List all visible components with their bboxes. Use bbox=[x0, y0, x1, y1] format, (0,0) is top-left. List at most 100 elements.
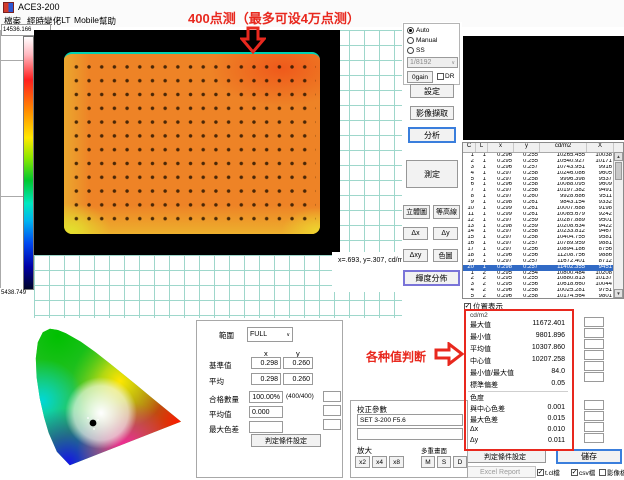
pass-count-label: 合格數量 bbox=[209, 394, 239, 405]
menu-mobile[interactable]: Mobile bbox=[74, 15, 99, 25]
range-label: 範圍 bbox=[219, 330, 234, 341]
delta-y-button[interactable]: Δy bbox=[433, 227, 458, 240]
luminance-dist-button[interactable]: 輝度分佈 bbox=[403, 270, 460, 286]
csv-file-checkbox[interactable]: ✓ csv檔 bbox=[571, 467, 595, 477]
max-colordiff-field[interactable] bbox=[249, 421, 283, 433]
color-swatch bbox=[323, 405, 341, 416]
zoom-x2-button[interactable]: x2 bbox=[355, 456, 370, 468]
radio-ss[interactable]: SS bbox=[407, 47, 425, 54]
color-swatch bbox=[584, 361, 604, 371]
multi-m-button[interactable]: M bbox=[421, 456, 435, 468]
measurement-table-body: 110.2960.25510265.45510038210.2950.25510… bbox=[463, 153, 623, 299]
image-checkbox-icon bbox=[599, 469, 606, 476]
radio-manual-icon bbox=[407, 37, 414, 44]
table-cell: 2 bbox=[476, 294, 488, 299]
scrollbar-thumb[interactable] bbox=[615, 162, 622, 180]
calib-empty-field bbox=[357, 428, 463, 440]
luminance-heatmap bbox=[64, 52, 320, 234]
judge-condition-button[interactable]: 判定條件設定 bbox=[251, 434, 321, 447]
average-label: 平均 bbox=[209, 376, 224, 387]
multi-d-button[interactable]: D bbox=[453, 456, 467, 468]
dr-checkbox-icon bbox=[437, 73, 444, 80]
multi-s-button[interactable]: S bbox=[437, 456, 451, 468]
base-y-field[interactable]: 0.260 bbox=[283, 357, 313, 369]
max-colordiff-label: 最大色差 bbox=[209, 424, 239, 435]
avg-x-field[interactable]: 0.298 bbox=[251, 373, 281, 385]
table-row[interactable]: 520.2960.25810174.5649801 bbox=[463, 294, 623, 299]
scale-min-label: 5438.749 bbox=[1, 290, 26, 296]
stereo-button[interactable]: 立體圖 bbox=[403, 205, 430, 219]
calib-value-field: SET 3-200 F5.6 bbox=[357, 414, 463, 426]
measurement-points-dots bbox=[68, 58, 316, 230]
capture-button[interactable]: 影像擷取 bbox=[410, 106, 454, 120]
color-swatch bbox=[584, 400, 604, 410]
scale-tick bbox=[0, 196, 23, 197]
annotation-values-note: 各种值判断 bbox=[366, 348, 426, 365]
zoom-label: 放大 bbox=[357, 445, 372, 456]
table-cell: 0.258 bbox=[514, 294, 540, 299]
zoom-x4-button[interactable]: x4 bbox=[372, 456, 387, 468]
luminance-color-scale bbox=[23, 36, 34, 290]
control-panel: Auto Manual SS 1/8192 ∨ 0gain DR 設定 影像擷取… bbox=[402, 22, 462, 318]
base-value-label: 基準值 bbox=[209, 360, 232, 371]
measurement-table: C L x y cd/m2 X 110.2960.25510265.455100… bbox=[462, 142, 624, 299]
base-x-field[interactable]: 0.298 bbox=[251, 357, 281, 369]
chevron-down-icon: ∨ bbox=[451, 60, 455, 66]
measure-button[interactable]: 測定 bbox=[406, 160, 458, 188]
range-dropdown[interactable]: FULL ∨ bbox=[247, 327, 293, 342]
color-swatch bbox=[584, 411, 604, 421]
menu-flt[interactable]: FLT bbox=[56, 15, 70, 25]
settings-button[interactable]: 設定 bbox=[410, 84, 454, 98]
gain-button[interactable]: 0gain bbox=[407, 71, 433, 83]
color-swatch bbox=[584, 339, 604, 349]
mean-label: 平均值 bbox=[209, 409, 232, 420]
table-scrollbar[interactable]: ▲ ▼ bbox=[613, 152, 623, 298]
color-map-button[interactable]: 色圖 bbox=[433, 249, 458, 262]
color-swatch bbox=[323, 391, 341, 402]
scroll-up-icon[interactable]: ▲ bbox=[614, 152, 623, 161]
radio-manual[interactable]: Manual bbox=[407, 37, 437, 44]
table-cell: 9801 bbox=[587, 294, 614, 299]
color-swatch bbox=[584, 433, 604, 443]
table-cell: 5 bbox=[463, 294, 476, 299]
tcl-file-checkbox[interactable]: ✓ t.cl檔 bbox=[537, 467, 560, 477]
dr-checkbox[interactable]: DR bbox=[437, 73, 454, 80]
color-swatch bbox=[584, 317, 604, 327]
radio-auto[interactable]: Auto bbox=[407, 27, 429, 34]
radio-auto-icon bbox=[407, 27, 414, 34]
exposure-dropdown[interactable]: 1/8192 ∨ bbox=[407, 57, 458, 68]
color-swatch bbox=[584, 350, 604, 360]
color-swatch bbox=[584, 422, 604, 432]
annotation-points-note: 400点测（最多可设4万点测） bbox=[188, 8, 360, 27]
image-file-checkbox[interactable]: 影像檔 bbox=[599, 467, 624, 477]
analyze-button[interactable]: 分析 bbox=[408, 127, 456, 143]
contour-button[interactable]: 等高線 bbox=[433, 205, 460, 219]
csv-checkbox-icon: ✓ bbox=[571, 469, 578, 476]
delta-x-button[interactable]: Δx bbox=[403, 227, 428, 240]
mean-field[interactable]: 0.000 bbox=[249, 406, 283, 418]
app-icon bbox=[3, 2, 14, 13]
luminance-heatmap-window[interactable] bbox=[34, 30, 340, 255]
scroll-down-icon[interactable]: ▼ bbox=[614, 289, 623, 298]
scale-tick bbox=[0, 60, 23, 61]
tcl-checkbox-icon: ✓ bbox=[537, 469, 544, 476]
chevron-down-icon: ∨ bbox=[286, 332, 290, 338]
app-window: ACE3-200 檔案 經時變化 FLT Mobile 幫助 14536.166… bbox=[0, 0, 624, 480]
judge-condition-button[interactable]: 判定條件設定 bbox=[464, 450, 546, 463]
zoom-x8-button[interactable]: x8 bbox=[389, 456, 404, 468]
cie-diagram-svg bbox=[30, 320, 188, 472]
delta-xy-button[interactable]: Δxy bbox=[403, 249, 428, 262]
window-title: ACE3-200 bbox=[18, 2, 60, 12]
avg-y-field[interactable]: 0.260 bbox=[283, 373, 313, 385]
camera-image-window bbox=[463, 36, 624, 140]
pass-ratio-label: (400/400) bbox=[286, 393, 314, 400]
annotation-values-box bbox=[464, 309, 574, 451]
menu-help[interactable]: 幫助 bbox=[99, 15, 116, 27]
pass-rate-field: 100.00% bbox=[249, 391, 283, 403]
table-cell: 0.296 bbox=[488, 294, 514, 299]
color-swatch bbox=[584, 372, 604, 382]
save-button[interactable]: 儲存 bbox=[556, 449, 622, 464]
table-cell: 10174.564 bbox=[540, 294, 587, 299]
radio-ss-icon bbox=[407, 47, 414, 54]
excel-report-button[interactable]: Excel Report bbox=[464, 466, 536, 478]
